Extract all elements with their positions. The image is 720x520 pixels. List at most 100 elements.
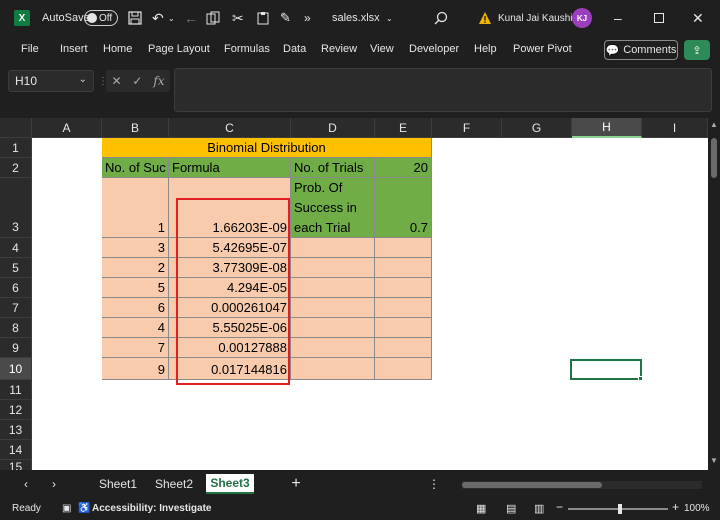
normal-view-icon[interactable]: ▦ [476, 502, 486, 515]
cell-d2[interactable]: No. of Trials [291, 158, 375, 178]
row-header-15[interactable]: 15 [0, 460, 32, 470]
cell-c5[interactable]: 3.77309E-08 [169, 258, 291, 278]
accessibility-icon[interactable]: ♿ [78, 503, 90, 514]
row-header-13[interactable]: 13 [0, 420, 32, 440]
cell-d8[interactable] [291, 318, 375, 338]
column-header-d[interactable]: D [291, 118, 375, 138]
row-header-7[interactable]: 7 [0, 298, 32, 318]
share-button[interactable]: ⇪ [684, 40, 710, 60]
cell-c2[interactable]: Formula [169, 158, 291, 178]
row-header-3[interactable]: 3 [0, 178, 32, 238]
insert-function-button[interactable]: fx [153, 74, 164, 88]
scroll-up-icon[interactable]: ▲ [710, 120, 718, 129]
comments-button[interactable]: 💬 Comments [604, 40, 678, 60]
tab-review[interactable]: Review [321, 43, 357, 55]
cancel-icon[interactable]: ✕ [111, 74, 121, 88]
active-cell-h10[interactable] [570, 359, 643, 381]
column-header-h[interactable]: H [572, 118, 642, 138]
tab-sheet2[interactable]: Sheet2 [150, 474, 198, 494]
tab-file[interactable]: File [21, 43, 39, 55]
row-header-6[interactable]: 6 [0, 278, 32, 298]
tab-page-layout[interactable]: Page Layout [148, 43, 210, 55]
more-commands-icon[interactable]: » [304, 0, 311, 36]
column-header-c[interactable]: C [169, 118, 291, 138]
cell-e6[interactable] [375, 278, 432, 298]
cell-c7[interactable]: 0.000261047 [169, 298, 291, 318]
add-sheet-icon[interactable]: + [286, 474, 306, 494]
cell-d3[interactable]: Prob. Of Success in each Trial [291, 178, 375, 238]
cell-b9[interactable]: 7 [102, 338, 169, 358]
cell-b2[interactable]: No. of Suc [102, 158, 169, 178]
zoom-slider-knob[interactable] [618, 504, 622, 514]
tab-developer[interactable]: Developer [409, 43, 459, 55]
cell-c10[interactable]: 0.017144816 [169, 358, 291, 380]
column-header-b[interactable]: B [102, 118, 169, 138]
tab-view[interactable]: View [370, 43, 394, 55]
row-header-4[interactable]: 4 [0, 238, 32, 258]
cell-e4[interactable] [375, 238, 432, 258]
row-header-14[interactable]: 14 [0, 440, 32, 460]
tab-options-icon[interactable]: ⋮ [428, 474, 440, 494]
macro-record-icon[interactable]: ▣ [62, 503, 71, 514]
scrollbar-thumb[interactable] [711, 138, 717, 178]
tab-power-pivot[interactable]: Power Pivot [513, 43, 572, 55]
chevron-down-icon[interactable]: ⌄ [79, 74, 87, 85]
row-header-8[interactable]: 8 [0, 318, 32, 338]
cell-b4[interactable]: 3 [102, 238, 169, 258]
tab-formulas[interactable]: Formulas [224, 43, 270, 55]
row-header-2[interactable]: 2 [0, 158, 32, 178]
horizontal-scrollbar[interactable] [462, 481, 702, 489]
undo-icon[interactable]: ↶ [152, 0, 164, 36]
save-icon[interactable] [128, 0, 142, 36]
tab-help[interactable]: Help [474, 43, 497, 55]
cell-c4[interactable]: 5.42695E-07 [169, 238, 291, 258]
filename[interactable]: sales.xlsx [332, 0, 380, 36]
zoom-out-icon[interactable]: − [556, 500, 563, 514]
cell-c6[interactable]: 4.294E-05 [169, 278, 291, 298]
format-painter-icon[interactable]: ✎ [280, 0, 291, 36]
worksheet-grid[interactable]: A B C D E F G H I 1 2 3 4 5 6 7 8 9 10 1… [0, 118, 708, 470]
row-header-5[interactable]: 5 [0, 258, 32, 278]
column-header-f[interactable]: F [432, 118, 502, 138]
tab-sheet3[interactable]: Sheet3 [206, 474, 254, 494]
cell-e5[interactable] [375, 258, 432, 278]
cell-d4[interactable] [291, 238, 375, 258]
page-layout-view-icon[interactable]: ▤ [506, 502, 516, 515]
cell-c8[interactable]: 5.55025E-06 [169, 318, 291, 338]
user-name[interactable]: Kunal Jai Kaushik [498, 0, 578, 36]
cell-d5[interactable] [291, 258, 375, 278]
column-header-g[interactable]: G [502, 118, 572, 138]
hscroll-thumb[interactable] [462, 482, 602, 488]
tab-insert[interactable]: Insert [60, 43, 88, 55]
cell-b6[interactable]: 5 [102, 278, 169, 298]
cell-e3[interactable]: 0.7 [375, 178, 432, 238]
maximize-icon[interactable] [654, 0, 664, 36]
cell-c3[interactable]: 1.66203E-09 [169, 178, 291, 238]
row-header-1[interactable]: 1 [0, 138, 32, 158]
enter-icon[interactable]: ✓ [132, 74, 142, 88]
name-box[interactable]: H10 ⌄ [8, 70, 94, 92]
close-icon[interactable]: ✕ [692, 0, 704, 36]
cell-b7[interactable]: 6 [102, 298, 169, 318]
warning-icon[interactable] [478, 0, 492, 36]
cell-d6[interactable] [291, 278, 375, 298]
cell-e9[interactable] [375, 338, 432, 358]
next-sheet-icon[interactable]: › [46, 474, 62, 494]
cell-b1-title[interactable]: Binomial Distribution [102, 138, 432, 158]
select-all-corner[interactable] [0, 118, 32, 138]
row-header-10[interactable]: 10 [0, 358, 32, 380]
search-icon[interactable] [434, 0, 448, 36]
cell-b5[interactable]: 2 [102, 258, 169, 278]
minimize-icon[interactable]: – [614, 0, 622, 36]
fill-handle[interactable] [638, 376, 643, 381]
row-header-9[interactable]: 9 [0, 338, 32, 358]
copy-icon[interactable] [206, 0, 220, 36]
row-header-12[interactable]: 12 [0, 400, 32, 420]
cell-e7[interactable] [375, 298, 432, 318]
paste-icon[interactable] [256, 0, 270, 36]
zoom-level[interactable]: 100% [684, 503, 710, 514]
cell-e10[interactable] [375, 358, 432, 380]
cell-e8[interactable] [375, 318, 432, 338]
cell-d9[interactable] [291, 338, 375, 358]
vertical-scrollbar[interactable]: ▲ ▼ [708, 118, 720, 470]
